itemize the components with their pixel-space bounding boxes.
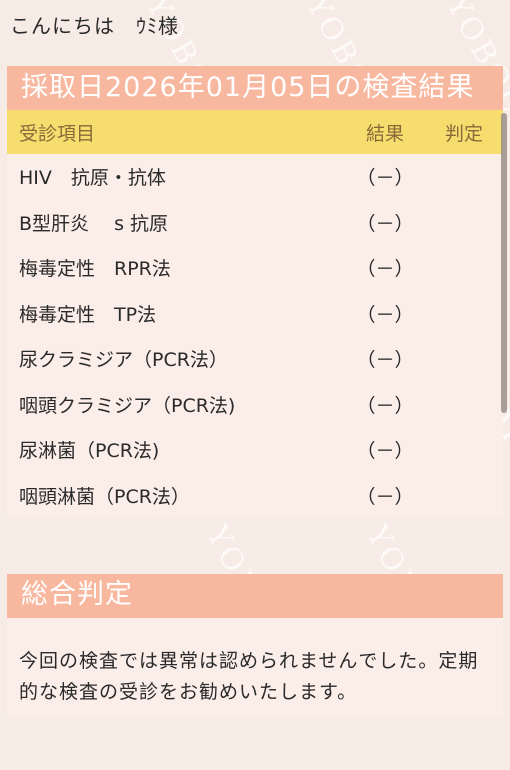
result-table-body: HIV 抗原・抗体 （－） B型肝炎 s 抗原 （－） 梅毒定性 RPR法 （－… bbox=[7, 154, 503, 518]
table-row: 尿淋菌（PCR法) （－） bbox=[7, 427, 503, 473]
row-item: 梅毒定性 TP法 bbox=[19, 303, 157, 326]
row-item: 咽頭淋菌（PCR法） bbox=[19, 485, 190, 508]
result-card-title: 採取日2026年01月05日の検査結果 bbox=[7, 66, 503, 110]
table-row: 咽頭クラミジア（PCR法) （－） bbox=[7, 382, 503, 428]
table-row: HIV 抗原・抗体 （－） bbox=[7, 154, 503, 200]
row-item: B型肝炎 s 抗原 bbox=[19, 212, 169, 235]
row-result: （－） bbox=[356, 349, 414, 372]
scrollbar[interactable] bbox=[501, 113, 507, 413]
row-result: （－） bbox=[356, 440, 414, 463]
summary-card-title: 総合判定 bbox=[7, 574, 503, 618]
table-row: 尿クラミジア（PCR法） （－） bbox=[7, 336, 503, 382]
table-header-row: 受診項目 結果 判定 bbox=[7, 110, 503, 154]
row-result: （－） bbox=[356, 167, 414, 190]
row-item: 咽頭クラミジア（PCR法) bbox=[19, 394, 236, 417]
table-row: 梅毒定性 TP法 （－） bbox=[7, 291, 503, 337]
table-row: 梅毒定性 RPR法 （－） bbox=[7, 245, 503, 291]
row-item: 尿淋菌（PCR法) bbox=[19, 440, 160, 463]
table-row: 咽頭淋菌（PCR法） （－） bbox=[7, 473, 503, 519]
row-item: 梅毒定性 RPR法 bbox=[19, 258, 171, 281]
table-row: B型肝炎 s 抗原 （－） bbox=[7, 200, 503, 246]
summary-text: 今回の検査では異常は認められませんでした。定期的な検査の受診をお勧めいたします。 bbox=[19, 650, 479, 703]
row-result: （－） bbox=[356, 212, 414, 235]
column-header-result: 結果 bbox=[365, 122, 404, 145]
row-item: 尿クラミジア（PCR法） bbox=[19, 349, 228, 372]
greeting-text: こんにちは ｳﾐ様 bbox=[10, 14, 179, 38]
row-result: （－） bbox=[356, 303, 414, 326]
row-result: （－） bbox=[356, 485, 414, 508]
row-item: HIV 抗原・抗体 bbox=[19, 167, 166, 190]
result-card: 採取日2026年01月05日の検査結果 受診項目 結果 判定 HIV 抗原・抗体… bbox=[7, 66, 503, 518]
column-header-judge: 判定 bbox=[444, 122, 483, 145]
column-header-item: 受診項目 bbox=[19, 122, 96, 145]
row-result: （－） bbox=[356, 258, 414, 281]
summary-card: 総合判定 今回の検査では異常は認められませんでした。定期的な検査の受診をお勧めい… bbox=[7, 574, 503, 718]
row-result: （－） bbox=[356, 394, 414, 417]
